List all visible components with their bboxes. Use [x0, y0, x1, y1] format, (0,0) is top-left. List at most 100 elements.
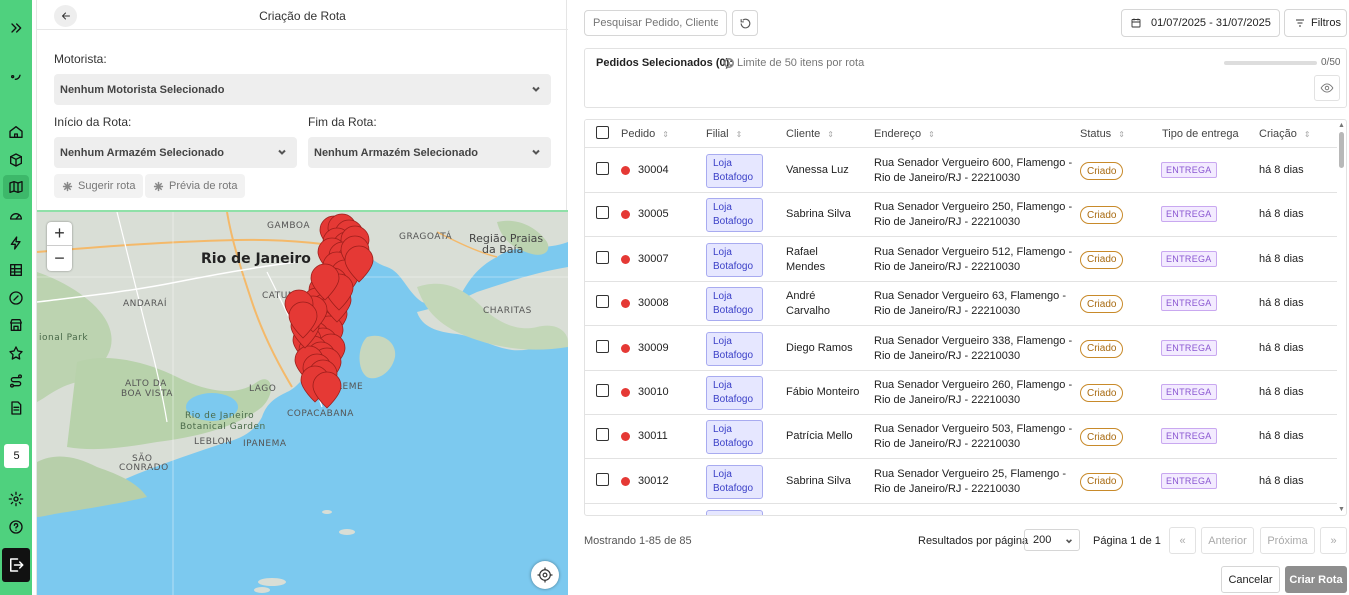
bolt-icon[interactable] [3, 231, 29, 255]
row-checkbox[interactable] [596, 250, 609, 264]
branch-tag: Loja Botafogo [706, 331, 763, 366]
view-selected-button[interactable] [1314, 75, 1340, 101]
scroll-down-icon[interactable]: ▼ [1338, 506, 1345, 513]
column-label: Endereço [874, 128, 922, 140]
table-row[interactable]: 30010 Loja Botafogo Fábio Monteiro Rua Senad… [585, 371, 1337, 415]
zoom-out-button[interactable]: − [47, 246, 72, 270]
branch-line-2: Botafogo [713, 349, 754, 361]
gauge-icon[interactable] [3, 203, 29, 227]
driver-select[interactable]: Nenhum Motorista Selecionado [54, 74, 551, 105]
search-input[interactable] [584, 10, 727, 36]
column-criacao[interactable]: Criação ⇕ [1259, 128, 1311, 140]
map[interactable]: GAMBOA Rio de Janeiro CATUMBI ANDARAÍ GR… [37, 210, 568, 595]
locate-button[interactable] [531, 561, 559, 589]
row-checkbox[interactable] [596, 472, 609, 486]
address: Rua Senador Vergueiro 503, Flamengo - Rio… [874, 422, 1072, 452]
row-checkbox[interactable] [596, 162, 609, 175]
sidebar-badge[interactable]: 5 [4, 444, 29, 468]
branch-line-1: Loja [713, 424, 732, 436]
map-marker[interactable] [312, 371, 342, 409]
preview-route-button[interactable]: Prévia de rota [145, 174, 246, 198]
branch-line-1: Loja [713, 335, 732, 347]
address-line-2: Rio de Janeiro/RJ - 22210030 [874, 438, 1021, 451]
column-endereco[interactable]: Endereço ⇕ [874, 128, 935, 140]
column-cliente[interactable]: Cliente ⇕ [786, 128, 834, 140]
column-tipo-entrega[interactable]: Tipo de entrega [1162, 128, 1239, 140]
row-checkbox[interactable] [596, 295, 609, 309]
order-id[interactable]: 30012 [638, 474, 669, 489]
per-page-select[interactable]: 200 [1024, 529, 1080, 551]
address-line-2: Rio de Janeiro/RJ - 22210030 [874, 172, 1021, 184]
orders-panel: 01/07/2025 - 31/07/2025 Filtros Pedidos … [584, 0, 1349, 595]
eye-icon [1320, 83, 1334, 93]
date-range-button[interactable]: 01/07/2025 - 31/07/2025 [1121, 9, 1280, 37]
sparkle-icon [153, 181, 164, 191]
address-line-1: Rua Senador Vergueiro 338, Flamengo - [874, 334, 1073, 347]
order-id[interactable]: 30009 [638, 341, 669, 356]
zoom-in-button[interactable]: + [47, 222, 72, 246]
star-icon[interactable] [3, 341, 29, 365]
client-name: Sabrina Silva [786, 207, 851, 222]
crosshair-icon [537, 567, 553, 583]
order-id[interactable]: 30011 [638, 429, 668, 444]
logout-button[interactable] [2, 548, 30, 582]
previous-page-button[interactable]: Anterior [1201, 527, 1254, 554]
status-dot [621, 299, 630, 309]
route-icon[interactable] [3, 369, 29, 393]
gear-icon[interactable] [3, 487, 29, 511]
suggest-route-button[interactable]: Sugerir rota [54, 174, 144, 198]
percent-icon[interactable] [3, 286, 29, 310]
row-checkbox[interactable] [596, 339, 609, 353]
table-row[interactable]: 30005 Loja Botafogo Sabrina Silva Rua Senado… [585, 193, 1337, 238]
last-page-button[interactable]: » [1320, 527, 1347, 554]
per-page-value: 200 [1033, 534, 1052, 546]
order-id[interactable]: 30008 [638, 296, 669, 311]
chevrons-right-icon[interactable] [3, 16, 29, 40]
home-icon[interactable] [3, 120, 29, 144]
table-row[interactable]: 30007 Loja Botafogo Rafael Mendes Rua Senador… [585, 238, 1337, 282]
back-button[interactable] [54, 5, 77, 27]
table-row[interactable]: 30012 Loja Botafogo Sabrina Silva Rua Senado… [585, 460, 1337, 504]
status-badge: Criado [1080, 162, 1124, 180]
map-icon[interactable] [3, 175, 29, 199]
table-row[interactable]: 30011 Loja Botafogo Patrícia Mello Rua Senad… [585, 415, 1337, 460]
address-line-2: Rio de Janeiro/RJ - 22210030 [874, 349, 1021, 362]
row-checkbox[interactable] [596, 384, 609, 397]
row-checkbox[interactable] [596, 428, 609, 442]
order-id[interactable]: 30005 [638, 207, 669, 222]
start-select[interactable]: Nenhum Armazém Selecionado [54, 137, 297, 168]
table-row[interactable]: 30008 Loja Botafogo André Carvalho Rua Senado… [585, 282, 1337, 327]
order-id[interactable]: 30007 [638, 252, 669, 267]
filters-button[interactable]: Filtros [1284, 9, 1347, 37]
client-name: Diego Ramos [786, 341, 853, 356]
help-icon[interactable] [3, 515, 29, 539]
cancel-button[interactable]: Cancelar [1221, 566, 1280, 593]
table-icon[interactable] [3, 258, 29, 282]
refresh-button[interactable] [732, 10, 758, 36]
branch-line-2: Botafogo [713, 260, 754, 272]
scroll-thumb[interactable] [1339, 132, 1344, 168]
order-id[interactable]: 30010 [638, 385, 669, 400]
delivery-type-badge: ENTREGA [1161, 428, 1217, 445]
document-icon[interactable] [3, 396, 29, 420]
select-all-checkbox[interactable] [596, 126, 609, 139]
table-row[interactable]: 30004 Loja Botafogo Vanessa Luz Rua Senador … [585, 149, 1337, 193]
row-checkbox[interactable] [596, 206, 609, 220]
client-line-1: Diego Ramos [786, 341, 853, 354]
column-pedido[interactable]: Pedido ⇕ [621, 128, 669, 140]
scroll-up-icon[interactable]: ▲ [1338, 122, 1345, 129]
package-icon[interactable] [3, 148, 29, 172]
first-page-button[interactable]: « [1169, 527, 1196, 554]
filter-icon [1296, 19, 1304, 27]
table-row[interactable]: 30009 Loja Botafogo Diego Ramos Rua Senador … [585, 327, 1337, 371]
branch-line-2: Botafogo [713, 172, 754, 183]
table-scrollbar[interactable]: ▲ ▼ [1337, 120, 1346, 515]
column-filial[interactable]: Filial ⇕ [706, 128, 742, 140]
create-route-button[interactable]: Criar Rota [1285, 566, 1347, 593]
next-page-button[interactable]: Próxima [1260, 527, 1315, 554]
column-status[interactable]: Status ⇕ [1080, 128, 1125, 140]
store-icon[interactable] [3, 313, 29, 337]
end-select[interactable]: Nenhum Armazém Selecionado [308, 137, 551, 168]
branch-line-1: Loja [713, 380, 732, 391]
order-id[interactable]: 30004 [638, 163, 669, 178]
